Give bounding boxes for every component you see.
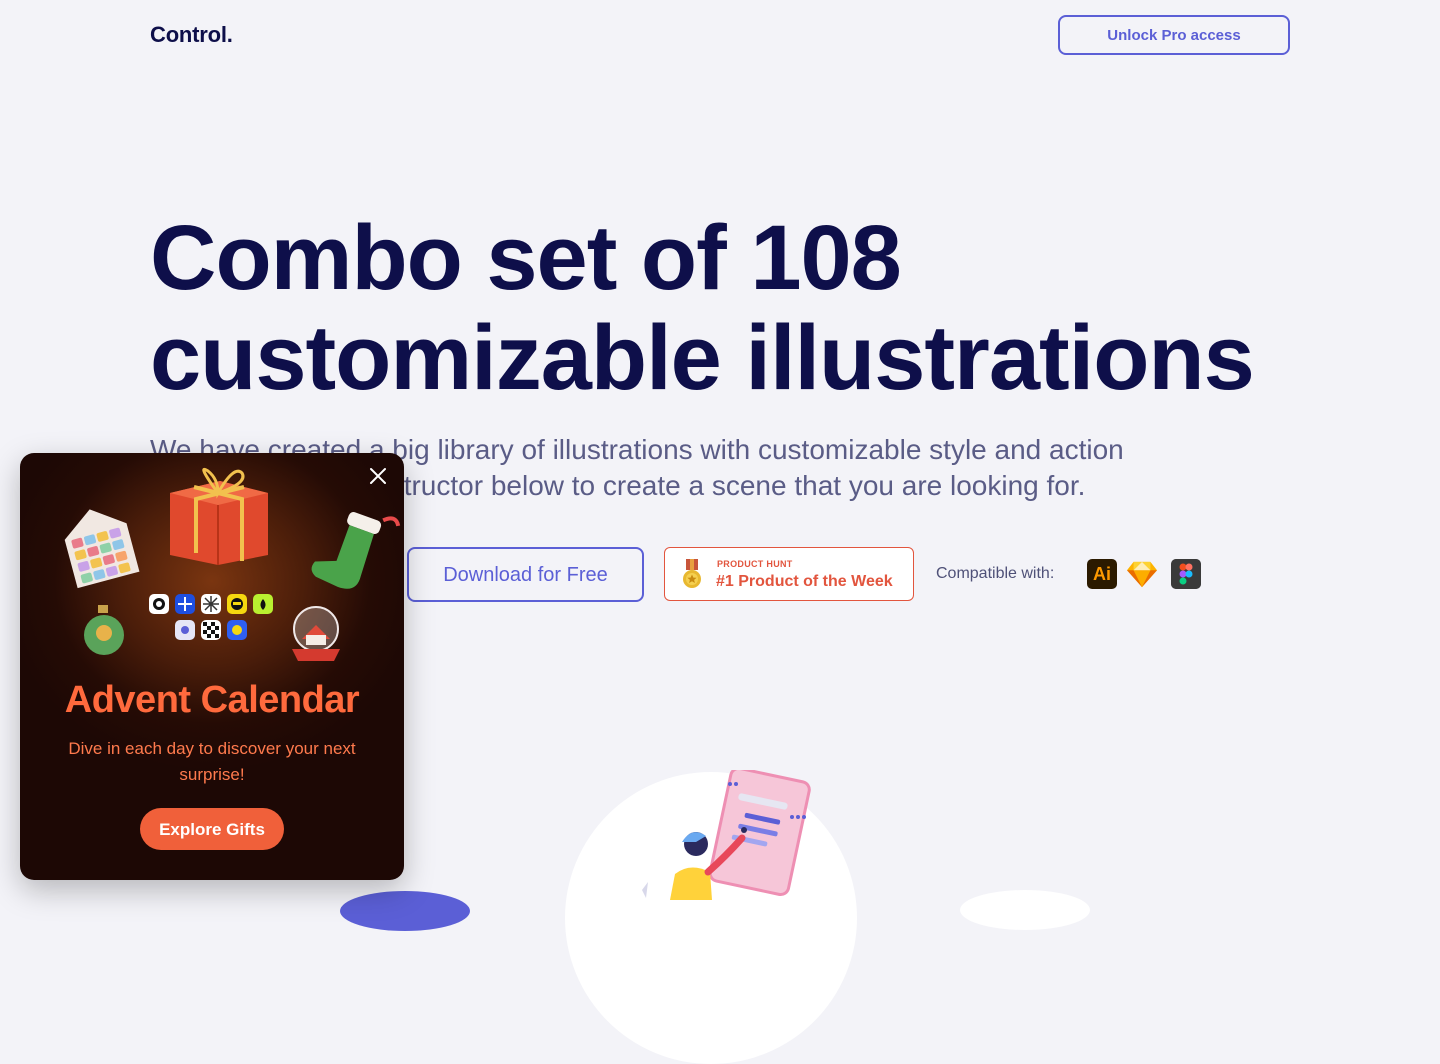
hero-title-line-2: customizable illustrations [150,307,1255,409]
figma-icon [1171,559,1201,589]
gifts-illustration [64,467,401,661]
decorative-blob-white [960,890,1090,930]
medal-icon [683,559,701,588]
compatible-label: Compatible with: [936,565,1055,582]
product-hunt-label: PRODUCT HUNT [717,559,793,569]
advent-calendar-popup: Advent Calendar Dive in each day to disc… [20,453,404,880]
hero-illustration [642,770,811,900]
product-hunt-badge[interactable]: PRODUCT HUNT #1 Product of the Week [664,547,914,601]
close-icon[interactable] [365,463,391,489]
illustrator-icon: Ai [1087,559,1117,589]
popup-title: Advent Calendar [64,679,360,721]
product-of-week-label: #1 Product of the Week [716,573,893,590]
decorative-blob [340,891,470,931]
hero-title: Combo set of 108 customizable illustrati… [150,208,1350,408]
explore-gifts-button[interactable]: Explore Gifts [140,808,284,850]
top-navigation: Control. Unlock Pro access [0,0,1440,70]
sketch-icon [1127,561,1157,588]
logo[interactable]: Control. [150,22,233,48]
hero-title-line-1: Combo set of 108 [150,207,902,309]
download-free-button[interactable]: Download for Free [407,547,644,602]
popup-description: Dive in each day to discover your next s… [68,739,356,784]
unlock-pro-button[interactable]: Unlock Pro access [1058,15,1290,55]
